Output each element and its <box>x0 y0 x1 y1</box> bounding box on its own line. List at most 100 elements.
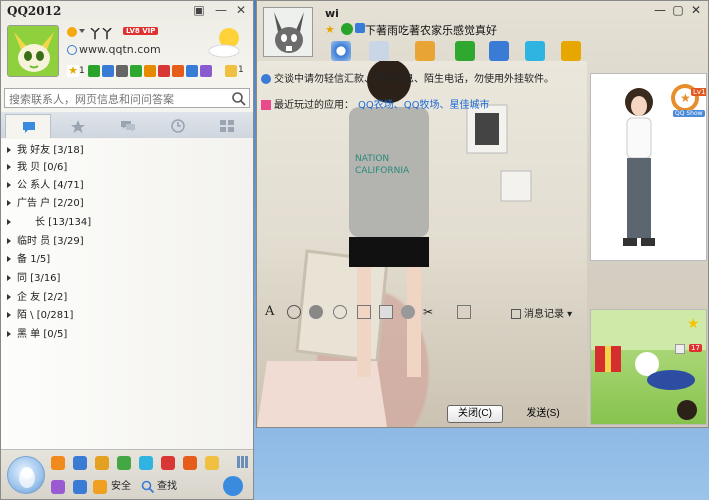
shake-icon[interactable] <box>333 305 347 319</box>
recent-app-link[interactable]: 星佳城市 <box>450 100 490 111</box>
contact-tabs <box>1 112 253 138</box>
video-call-icon[interactable] <box>331 41 351 61</box>
contact-group[interactable]: 备 1/5] <box>7 252 50 268</box>
manager-icon[interactable] <box>51 456 65 470</box>
tab-recent[interactable] <box>155 114 201 138</box>
contact-avatar[interactable] <box>263 7 313 57</box>
search-icon[interactable] <box>231 91 247 107</box>
expand-arrow-icon <box>7 275 11 281</box>
chat-window: NATION CALIFORNIA wi ★ 下著雨吃著农家乐感觉真好 — ▢ … <box>256 0 709 428</box>
voice-message-icon[interactable] <box>357 305 371 319</box>
minimize-button[interactable]: — <box>652 3 668 17</box>
qq-pet-panel[interactable]: ★ 17 <box>590 309 707 425</box>
qq-logo-icon[interactable] <box>223 476 243 496</box>
close-button[interactable]: ✕ <box>233 3 249 17</box>
contact-group[interactable]: 企 友 [2/2] <box>7 290 67 306</box>
close-button[interactable]: ✕ <box>688 3 704 17</box>
contact-group[interactable]: 陌 \ [0/281] <box>7 308 73 324</box>
star-level-icon[interactable]: ★ <box>67 65 79 77</box>
message-history-button[interactable]: 消息记录 ▾ <box>511 305 572 320</box>
settings-gear-icon[interactable] <box>51 480 65 494</box>
app-grid-icon[interactable] <box>237 456 249 468</box>
qq-show-avatar: ★ <box>591 74 706 260</box>
contact-group[interactable]: 长 [13/134] <box>7 215 91 231</box>
contact-group[interactable]: 公 系人 [4/71] <box>7 178 84 194</box>
weibo-icon[interactable] <box>102 65 114 77</box>
weather-sun-icon[interactable] <box>207 25 245 59</box>
vip-badge[interactable]: LV8 VIP <box>123 27 159 35</box>
gift-box-icon[interactable] <box>457 305 471 319</box>
play-icon[interactable] <box>139 456 153 470</box>
pencil-icon[interactable] <box>205 456 219 470</box>
qzone-icon[interactable] <box>341 23 353 35</box>
app-box-icon[interactable] <box>200 65 212 77</box>
wallet-icon[interactable] <box>158 65 170 77</box>
file-transfer-icon[interactable] <box>415 41 435 61</box>
contact-group[interactable]: 广告 户 [2/20] <box>7 196 84 212</box>
security-warning-bar: 交谈中请勿轻信汇款、中奖信息、陌生电话，勿使用外挂软件。 <box>261 72 587 88</box>
tab-qzone[interactable] <box>55 114 101 138</box>
music-icon[interactable] <box>116 65 128 77</box>
magic-face-icon[interactable] <box>309 305 323 319</box>
background-photo-image: NATION CALIFORNIA <box>257 59 532 427</box>
app-icon <box>261 100 271 110</box>
gift-icon[interactable] <box>183 456 197 470</box>
online-status-icon[interactable] <box>67 27 77 37</box>
tab-groups[interactable] <box>105 114 151 138</box>
find-search-icon[interactable] <box>141 480 155 494</box>
clover-icon[interactable] <box>130 65 142 77</box>
message-box-icon[interactable] <box>73 480 87 494</box>
recent-app-link[interactable]: QQ农场、 <box>358 100 404 111</box>
signature-text[interactable]: www.qqtn.com <box>79 43 161 56</box>
search-input[interactable] <box>9 92 229 106</box>
remote-desktop-icon[interactable] <box>525 41 545 61</box>
mail-icon[interactable] <box>225 65 237 77</box>
expand-arrow-icon <box>7 147 11 153</box>
contact-group[interactable]: 我 好友 [3/18] <box>7 143 84 159</box>
image-icon[interactable] <box>379 305 393 319</box>
star-level-icon[interactable]: ★ <box>325 23 335 36</box>
speaker-icon[interactable] <box>675 344 685 354</box>
grid-icon <box>220 120 234 132</box>
voice-call-icon[interactable] <box>369 41 389 61</box>
send-button[interactable]: 发送(S) <box>515 405 571 423</box>
main-menu-button[interactable] <box>7 456 45 494</box>
tab-contacts[interactable] <box>5 114 51 138</box>
emoji-icon[interactable] <box>287 305 301 319</box>
minimize-button[interactable]: — <box>213 3 229 17</box>
contact-group[interactable]: 我 贝 [0/6] <box>7 160 67 176</box>
shopping-cart-icon[interactable] <box>144 65 156 77</box>
security-button[interactable]: 安全 <box>111 480 131 494</box>
group-chat-icon[interactable] <box>489 41 509 61</box>
status-dropdown-icon[interactable] <box>79 29 85 33</box>
app-menu-icon[interactable] <box>561 41 581 61</box>
info-icon <box>261 74 271 84</box>
search-box[interactable] <box>4 88 250 108</box>
expand-arrow-icon <box>7 312 11 318</box>
pet-penguin-icon[interactable] <box>95 456 109 470</box>
avatar[interactable] <box>7 25 59 77</box>
share-icon[interactable] <box>455 41 475 61</box>
qq-show-panel[interactable]: ★ QQ Show Lv1 <box>590 73 707 261</box>
contact-group[interactable]: 黑 单 [0/5] <box>7 327 67 343</box>
tab-apps[interactable] <box>205 114 249 138</box>
security-icon[interactable] <box>93 480 107 494</box>
contact-group[interactable]: 同 [3/16] <box>7 271 60 287</box>
music-icon[interactable] <box>401 305 415 319</box>
font-icon[interactable]: A <box>265 305 279 319</box>
pet-icon[interactable] <box>186 65 198 77</box>
recent-app-link[interactable]: QQ牧场、 <box>404 100 450 111</box>
contact-group[interactable]: 临时 员 [3/29] <box>7 234 84 250</box>
find-button[interactable]: 查找 <box>157 480 177 494</box>
maximize-button[interactable]: ▢ <box>670 3 686 17</box>
game-icon[interactable] <box>172 65 184 77</box>
skin-icon[interactable]: ▣ <box>191 3 207 17</box>
friend-icon[interactable] <box>73 456 87 470</box>
screenshot-scissors-icon[interactable]: ✂ <box>423 305 437 319</box>
shirt-print: CALIFORNIA <box>355 166 410 176</box>
close-chat-button[interactable]: 关闭(C) <box>447 405 503 423</box>
qzone-icon[interactable] <box>88 65 100 77</box>
shirt-print: NATION <box>355 154 389 164</box>
music-note-icon[interactable] <box>117 456 131 470</box>
app-store-icon[interactable] <box>161 456 175 470</box>
